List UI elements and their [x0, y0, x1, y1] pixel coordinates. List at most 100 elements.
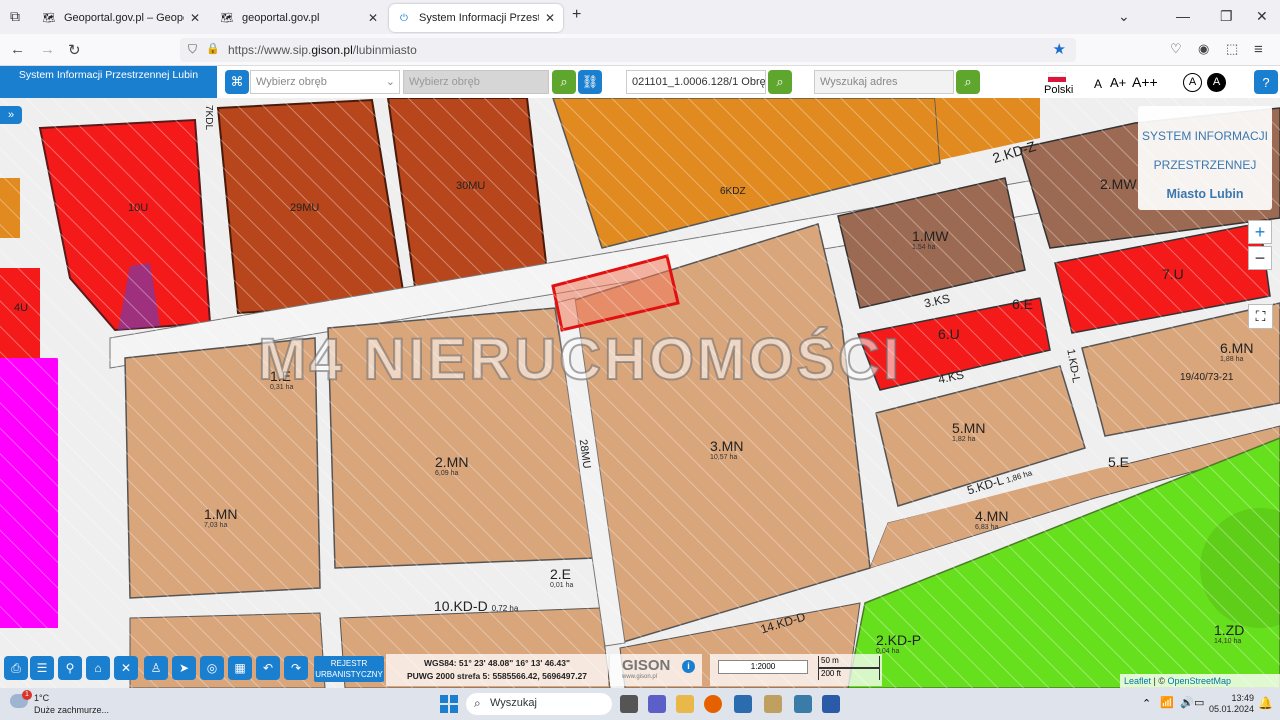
font-size-xlarge[interactable]: A++: [1132, 74, 1158, 90]
reload-icon[interactable]: ↻: [68, 41, 81, 59]
contrast-high[interactable]: A: [1207, 73, 1226, 92]
zone-label: 6.MN 1,88 ha: [1220, 340, 1254, 363]
undo-icon[interactable]: ↶: [256, 656, 280, 680]
redo-icon[interactable]: ↷: [284, 656, 308, 680]
tab-list-icon[interactable]: ⧉: [10, 8, 20, 25]
obreb-select-1[interactable]: Wybierz obręb ⌄: [250, 70, 400, 94]
task-view-icon[interactable]: [620, 695, 638, 713]
font-size-normal[interactable]: A: [1094, 77, 1102, 91]
zone-label: 1.ZD 14,10 ha: [1214, 622, 1245, 645]
link-icon[interactable]: ⛓: [578, 70, 602, 94]
geoportal-favicon-icon: 🗺: [220, 12, 234, 24]
notification-bell-icon[interactable]: 🔔: [1258, 696, 1273, 710]
menu-icon[interactable]: ≡: [1254, 41, 1263, 58]
parcel-id-input[interactable]: 021101_1.0006.128/1 Obrę: [626, 70, 766, 94]
zone-label: 2.MW: [1100, 176, 1137, 192]
navigate-icon[interactable]: ➤: [172, 656, 196, 680]
address-bar[interactable]: ⛉ 🔒 https://www.sip.gison.pl/lubinmiasto…: [180, 38, 1076, 62]
close-window-icon[interactable]: ✕: [1256, 8, 1268, 25]
battery-icon[interactable]: ▭: [1194, 696, 1204, 709]
osm-link[interactable]: OpenStreetMap: [1168, 676, 1232, 686]
tab-title: Geoportal.gov.pl – Geoportal In: [64, 12, 184, 24]
zone-label: 2.MN 6,09 ha: [435, 454, 469, 477]
parcel-search-icon[interactable]: ⌘: [225, 70, 249, 94]
volume-icon[interactable]: 🔊: [1180, 696, 1194, 709]
tab-close-icon[interactable]: ✕: [368, 11, 378, 25]
scale-input[interactable]: 1:2000: [718, 660, 808, 674]
info-icon[interactable]: i: [682, 660, 695, 673]
minimize-icon[interactable]: —: [1176, 8, 1190, 24]
pocket-icon[interactable]: ♡: [1170, 41, 1182, 57]
weather-temp: 1°C: [34, 693, 50, 703]
street-view-icon[interactable]: ♙: [144, 656, 168, 680]
back-icon[interactable]: ←: [10, 41, 25, 58]
info-line-3: Miasto Lubin: [1166, 187, 1244, 201]
word-icon[interactable]: [822, 695, 840, 713]
new-tab-icon[interactable]: +: [572, 6, 581, 24]
coords-wgs: WGS84: 51° 23' 48.08" 16° 13' 46.43": [423, 658, 571, 668]
clock[interactable]: 13:49 05.01.2024: [1206, 693, 1254, 715]
close-tool-icon[interactable]: ✕: [114, 656, 138, 680]
search-icon[interactable]: ⌕: [768, 70, 792, 94]
font-size-large[interactable]: A+: [1110, 75, 1126, 90]
zoom-in-button[interactable]: +: [1248, 220, 1272, 244]
restore-icon[interactable]: ❐: [1220, 8, 1233, 25]
taskbar: 1 1°C Duże zachmurze... ⌕ Wyszukaj ⌃ 📶 🔊…: [0, 688, 1280, 720]
measure-icon[interactable]: ⚲: [58, 656, 82, 680]
search-icon[interactable]: ⌕: [956, 70, 980, 94]
clock-date: 05.01.2024: [1208, 704, 1254, 714]
map-icon[interactable]: ▦: [228, 656, 252, 680]
extensions-icon[interactable]: ⬚: [1226, 41, 1238, 57]
search-icon[interactable]: ⌕: [552, 70, 576, 94]
tray-chevron-icon[interactable]: ⌃: [1142, 697, 1151, 710]
gison-logo[interactable]: GISON www.gison.pl i: [610, 654, 702, 686]
sidebar-toggle-icon[interactable]: »: [0, 106, 22, 124]
locate-icon[interactable]: ⌂: [86, 656, 110, 680]
file-explorer-icon[interactable]: [676, 695, 694, 713]
tab-close-icon[interactable]: ✕: [190, 11, 200, 25]
contrast-normal[interactable]: A: [1183, 73, 1202, 92]
browser-tab-3[interactable]: ⏻ System Informacji Przestrzennej ✕: [389, 4, 563, 32]
weather-widget[interactable]: 1 1°C Duże zachmurze...: [10, 690, 109, 716]
zone-label: 4U: [14, 302, 29, 314]
tab-close-icon[interactable]: ✕: [545, 11, 555, 25]
url-text: https://www.sip.gison.pl/lubinmiasto: [228, 43, 417, 57]
browser-tab-1[interactable]: 🗺 Geoportal.gov.pl – Geoportal In ✕: [34, 4, 208, 32]
account-icon[interactable]: ◉: [1198, 41, 1209, 57]
rejestr-button[interactable]: REJESTR URBANISTYCZNY: [314, 656, 384, 682]
fullscreen-icon[interactable]: ⛶: [1248, 304, 1273, 329]
start-icon[interactable]: [440, 695, 458, 713]
obreb-select-2[interactable]: Wybierz obręb: [403, 70, 549, 94]
gison-name: GISON: [622, 657, 671, 674]
taskbar-search[interactable]: ⌕ Wyszukaj: [466, 693, 612, 715]
app-icon[interactable]: [734, 695, 752, 713]
bookmark-star-icon[interactable]: ★: [1053, 40, 1066, 58]
scalebar-metric: 50 m: [818, 656, 880, 668]
app-icon[interactable]: [794, 695, 812, 713]
chat-icon[interactable]: [648, 695, 666, 713]
lock-icon[interactable]: 🔒: [206, 42, 220, 55]
zone-label: 7KDL: [203, 104, 215, 131]
app-icon[interactable]: [764, 695, 782, 713]
language-label[interactable]: Polski: [1044, 84, 1073, 96]
photo-icon[interactable]: ◎: [200, 656, 224, 680]
help-icon[interactable]: ?: [1254, 70, 1278, 94]
shield-icon[interactable]: ⛉: [188, 42, 197, 57]
map-view[interactable]: 10U 29MU 30MU 6KDZ 2.KD-Z 2.MW 1.MW 1,54 …: [0, 98, 1280, 688]
zoom-out-button[interactable]: −: [1248, 246, 1272, 270]
zone-label: 4.MN 6,83 ha: [975, 508, 1009, 531]
leaflet-link[interactable]: Leaflet: [1124, 676, 1151, 686]
tab-overflow-chevron-icon[interactable]: ⌄: [1118, 8, 1130, 25]
address-search-input[interactable]: Wyszukaj adres: [814, 70, 954, 94]
polish-flag-icon[interactable]: [1048, 72, 1066, 82]
forward-icon[interactable]: →: [40, 41, 55, 58]
zone-label: 2.KD-P 0,04 ha: [876, 632, 922, 655]
firefox-icon[interactable]: [704, 695, 722, 713]
attribution-sep: | ©: [1151, 676, 1168, 686]
info-line-2: PRZESTRZENNEJ: [1153, 158, 1257, 172]
layers-icon[interactable]: ☰: [30, 656, 54, 680]
browser-tab-2[interactable]: 🗺 geoportal.gov.pl ✕: [212, 4, 386, 32]
wifi-icon[interactable]: 📶: [1160, 696, 1174, 709]
app-toolbar: System Informacji Przestrzennej Lubin ⌘ …: [0, 66, 1280, 98]
print-icon[interactable]: ⎙: [4, 656, 28, 680]
